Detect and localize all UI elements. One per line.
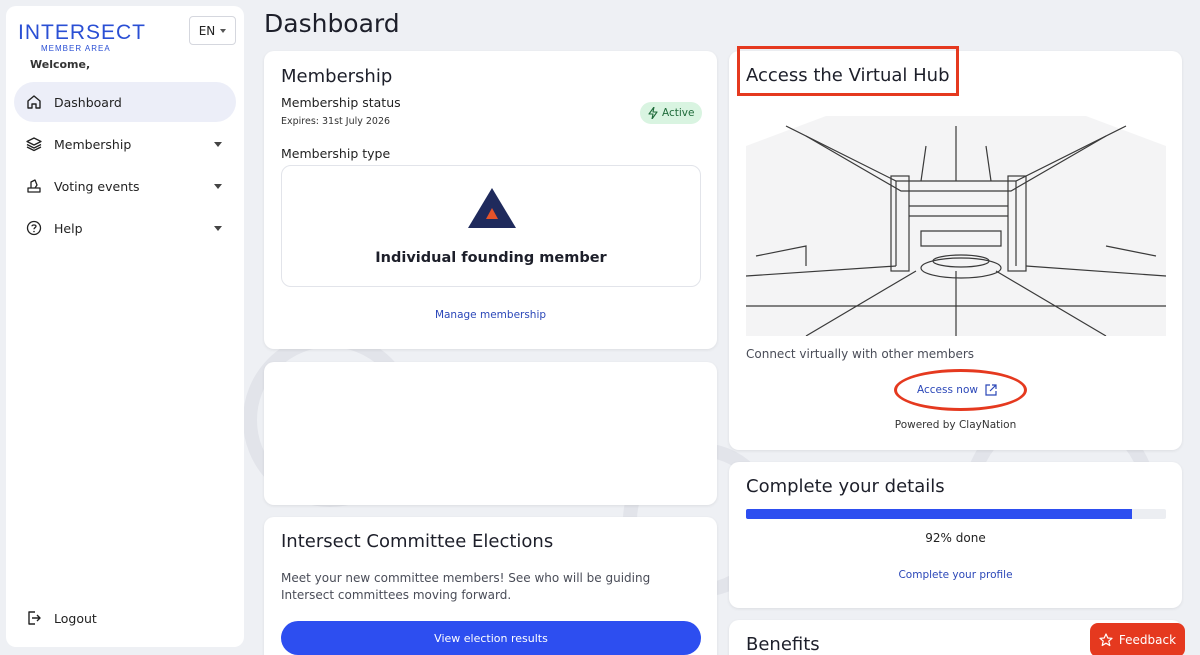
chevron-down-icon [214,226,222,231]
membership-status-label: Membership status [281,95,401,110]
sidebar-item-label: Dashboard [54,94,122,110]
elections-description: Meet your new committee members! See who… [281,571,651,602]
sidebar-item-membership[interactable]: Membership [14,124,236,164]
welcome-text: Welcome, [30,58,91,71]
language-select[interactable]: EN [189,16,236,45]
vote-icon [26,178,42,194]
sidebar-item-voting-events[interactable]: Voting events [14,166,236,206]
intersect-logo[interactable]: INTERSECT MEMBER AREA [18,21,147,54]
lightning-icon [648,107,658,119]
complete-details-card: Complete your details 92% done Complete … [729,462,1182,608]
elections-card: Intersect Committee Elections Meet your … [264,517,717,655]
membership-expiry: Expires: 31st July 2026 [281,116,391,127]
benefits-title: Benefits [746,634,820,655]
elections-title: Intersect Committee Elections [281,531,554,552]
access-now-link[interactable]: Access now [917,384,997,396]
annotation-highlight-box [737,46,959,96]
logo-wordmark: INTERSECT [18,21,147,44]
sidebar-item-help[interactable]: Help [14,208,236,248]
virtual-hub-card: Access the Virtual Hub Connect virtually… [729,46,1182,450]
status-badge: Active [640,102,703,124]
profile-progress-bar [746,509,1166,519]
chevron-down-icon [220,28,227,33]
sidebar: INTERSECT MEMBER AREA EN Welcome, Dashbo… [6,6,244,647]
complete-details-title: Complete your details [746,476,945,497]
membership-title: Membership [281,66,393,87]
powered-by-text: Powered by ClayNation [894,419,1017,431]
home-icon [26,94,42,110]
star-icon [1099,633,1113,647]
membership-tier-icon [468,188,516,228]
help-circle-icon [26,220,42,236]
page-title: Dashboard [264,9,400,38]
sidebar-item-label: Voting events [54,178,140,194]
access-now-label: Access now [917,384,978,396]
logo-subtitle: MEMBER AREA [41,44,111,53]
logout-icon [26,610,42,626]
layers-icon [26,136,42,152]
profile-progress-fill [746,509,1133,519]
view-election-results-button[interactable]: View election results [281,621,701,655]
profile-progress-text: 92% done [925,531,986,545]
logout-label: Logout [54,610,97,626]
sidebar-nav: Dashboard Membership Voting events Help [14,82,236,250]
membership-type-label: Membership type [281,146,391,161]
complete-profile-link[interactable]: Complete your profile [729,569,1182,581]
chevron-down-icon [214,184,222,189]
manage-membership-link[interactable]: Manage membership [264,309,717,321]
sidebar-item-label: Membership [54,136,132,152]
external-link-icon [985,384,997,396]
status-badge-label: Active [662,107,695,119]
sidebar-item-label: Help [54,220,83,236]
chevron-down-icon [214,142,222,147]
virtual-hub-illustration [746,106,1166,336]
sidebar-item-dashboard[interactable]: Dashboard [14,82,236,122]
language-value: EN [198,23,216,38]
feedback-label: Feedback [1118,633,1177,647]
membership-tier-box: Individual founding member [281,165,701,287]
logout-button[interactable]: Logout [26,610,97,626]
feedback-button[interactable]: Feedback [1090,623,1185,655]
membership-card: Membership Membership status Expires: 31… [264,51,717,349]
membership-tier-name: Individual founding member [375,250,607,266]
virtual-hub-description: Connect virtually with other members [746,347,975,361]
empty-card [264,362,717,505]
